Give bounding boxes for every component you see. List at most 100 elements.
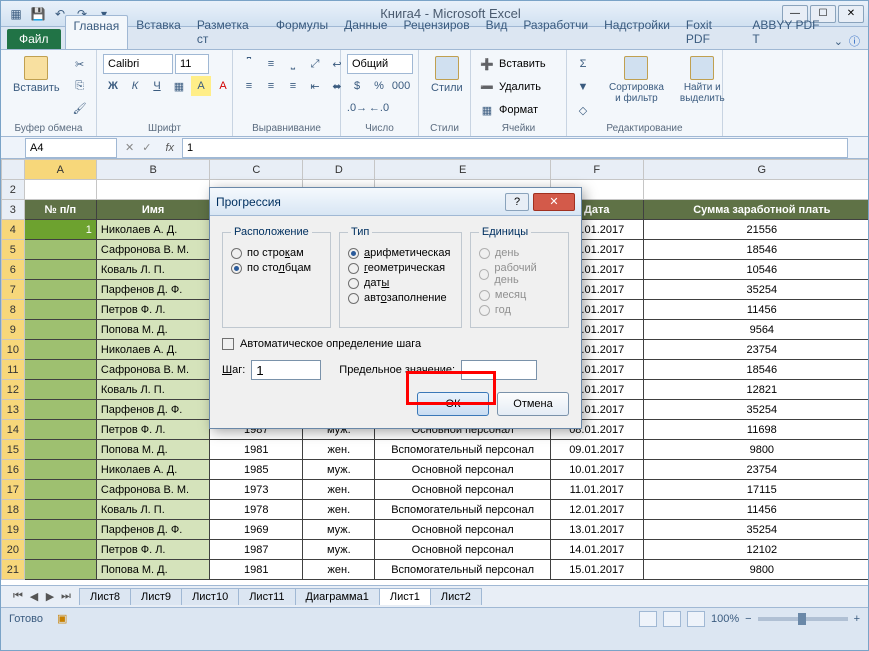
cell[interactable] xyxy=(24,360,96,380)
cell[interactable]: Коваль Л. П. xyxy=(96,500,209,520)
cell[interactable]: Попова М. Д. xyxy=(96,560,209,580)
cell[interactable]: 35254 xyxy=(643,520,868,540)
sheet-tab[interactable]: Диаграмма1 xyxy=(295,588,380,605)
cell[interactable]: 12821 xyxy=(643,380,868,400)
tab-nav-prev-icon[interactable]: ◀ xyxy=(27,590,41,603)
comma-icon[interactable]: 000 xyxy=(391,76,411,96)
cell[interactable]: Николаев А. Д. xyxy=(96,460,209,480)
help-icon[interactable]: ⓘ xyxy=(849,33,860,49)
cell[interactable]: 12102 xyxy=(643,540,868,560)
cell[interactable] xyxy=(24,380,96,400)
cell[interactable] xyxy=(24,560,96,580)
autostep-checkbox[interactable]: Автоматическое определение шага xyxy=(222,338,569,350)
align-top-icon[interactable]: ⎴ xyxy=(239,54,259,74)
cell[interactable]: 17115 xyxy=(643,480,868,500)
cell[interactable]: муж. xyxy=(303,540,375,560)
ribbon-tab-7[interactable]: Разработчи xyxy=(515,15,596,49)
name-box[interactable]: A4 xyxy=(25,138,117,158)
cell[interactable] xyxy=(24,280,96,300)
cell[interactable]: 18546 xyxy=(643,240,868,260)
excel-icon[interactable]: ▦ xyxy=(7,5,25,23)
align-bottom-icon[interactable]: ⎵ xyxy=(283,54,303,74)
border-button[interactable]: ▦ xyxy=(169,76,189,96)
cell[interactable] xyxy=(24,460,96,480)
cell[interactable]: 1981 xyxy=(210,440,303,460)
file-tab[interactable]: Файл xyxy=(7,29,61,49)
row-header[interactable]: 7 xyxy=(2,280,25,300)
ribbon-tab-6[interactable]: Вид xyxy=(478,15,516,49)
sheet-tab[interactable]: Лист10 xyxy=(181,588,239,605)
by-cols-radio[interactable]: по столбцам xyxy=(231,262,322,274)
row-header[interactable]: 15 xyxy=(2,440,25,460)
enter-formula-icon[interactable]: ✓ xyxy=(142,141,151,154)
cell[interactable]: Петров Ф. Л. xyxy=(96,300,209,320)
cut-icon[interactable]: ✂ xyxy=(70,54,90,74)
zoom-in-icon[interactable]: + xyxy=(854,613,860,625)
cell[interactable] xyxy=(24,420,96,440)
cell[interactable]: 14.01.2017 xyxy=(550,540,643,560)
cell[interactable]: муж. xyxy=(303,460,375,480)
align-left-icon[interactable]: ≡ xyxy=(239,76,259,96)
col-header[interactable]: A xyxy=(24,160,96,180)
cell[interactable] xyxy=(24,540,96,560)
tab-nav-next-icon[interactable]: ▶ xyxy=(43,590,57,603)
col-header[interactable]: B xyxy=(96,160,209,180)
indent-dec-icon[interactable]: ⇤ xyxy=(305,76,325,96)
zoom-out-icon[interactable]: − xyxy=(745,613,751,625)
ribbon-tab-10[interactable]: ABBYY PDF T xyxy=(744,15,833,49)
align-right-icon[interactable]: ≡ xyxy=(283,76,303,96)
cell[interactable]: 18546 xyxy=(643,360,868,380)
row-header[interactable]: 3 xyxy=(2,200,25,220)
zoom-level[interactable]: 100% xyxy=(711,613,739,625)
row-header[interactable]: 9 xyxy=(2,320,25,340)
step-input[interactable] xyxy=(251,360,321,380)
cell[interactable]: 12.01.2017 xyxy=(550,500,643,520)
ribbon-tab-3[interactable]: Формулы xyxy=(268,15,336,49)
cell[interactable]: Основной персонал xyxy=(375,540,550,560)
cell[interactable] xyxy=(24,440,96,460)
dialog-help-button[interactable]: ? xyxy=(505,193,529,211)
copy-icon[interactable]: ⎘ xyxy=(70,76,90,96)
cell[interactable]: Парфенов Д. Ф. xyxy=(96,280,209,300)
clear-icon[interactable]: ◇ xyxy=(573,100,593,120)
cell[interactable]: 1973 xyxy=(210,480,303,500)
cell[interactable]: 9800 xyxy=(643,560,868,580)
cell[interactable]: Попова М. Д. xyxy=(96,320,209,340)
cell[interactable] xyxy=(24,240,96,260)
cell[interactable]: Сафронова В. М. xyxy=(96,240,209,260)
cancel-button[interactable]: Отмена xyxy=(497,392,569,416)
row-header[interactable]: 10 xyxy=(2,340,25,360)
cell[interactable] xyxy=(24,260,96,280)
cell[interactable] xyxy=(24,400,96,420)
autofill-radio[interactable]: автозаполнение xyxy=(348,292,453,304)
align-middle-icon[interactable]: ≡ xyxy=(261,54,281,74)
cell[interactable]: Основной персонал xyxy=(375,480,550,500)
dialog-close-button[interactable]: ✕ xyxy=(533,193,575,211)
italic-button[interactable]: К xyxy=(125,76,145,96)
cell[interactable] xyxy=(643,180,868,200)
delete-cells-button[interactable]: ➖Удалить xyxy=(477,77,541,97)
sort-filter-button[interactable]: Сортировка и фильтр xyxy=(603,54,670,106)
align-center-icon[interactable]: ≡ xyxy=(261,76,281,96)
cell[interactable]: Коваль Л. П. xyxy=(96,380,209,400)
cell[interactable]: Николаев А. Д. xyxy=(96,220,209,240)
row-header[interactable]: 13 xyxy=(2,400,25,420)
cell[interactable]: жен. xyxy=(303,560,375,580)
row-header[interactable]: 20 xyxy=(2,540,25,560)
ribbon-tab-1[interactable]: Вставка xyxy=(128,15,189,49)
cell[interactable]: 23754 xyxy=(643,340,868,360)
table-header[interactable]: Имя xyxy=(96,200,209,220)
cell[interactable]: 9564 xyxy=(643,320,868,340)
row-header[interactable]: 5 xyxy=(2,240,25,260)
arithmetic-radio[interactable]: арифметическая xyxy=(348,247,453,259)
row-header[interactable]: 14 xyxy=(2,420,25,440)
format-cells-button[interactable]: ▦Формат xyxy=(477,100,538,120)
ok-button[interactable]: ОК xyxy=(417,392,489,416)
ribbon-tab-4[interactable]: Данные xyxy=(336,15,395,49)
cell[interactable]: муж. xyxy=(303,520,375,540)
cell[interactable]: жен. xyxy=(303,500,375,520)
geometric-radio[interactable]: геометрическая xyxy=(348,262,453,274)
sheet-tab[interactable]: Лист1 xyxy=(379,588,431,605)
tab-nav-first-icon[interactable]: ⏮ xyxy=(11,590,25,603)
cell[interactable]: 11456 xyxy=(643,500,868,520)
